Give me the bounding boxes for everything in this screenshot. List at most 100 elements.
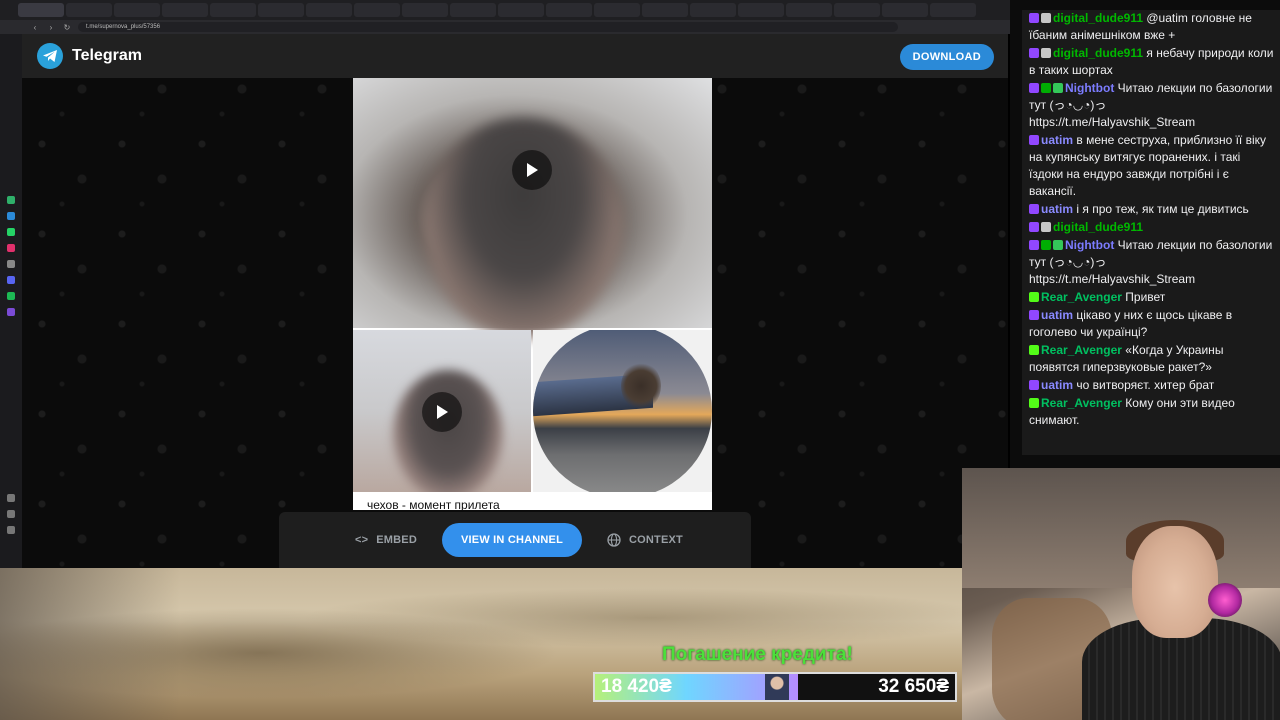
globe-icon — [607, 533, 621, 547]
browser-tab[interactable] — [162, 3, 208, 17]
settings-icon[interactable] — [7, 526, 15, 534]
chat-username[interactable]: uatim — [1041, 133, 1073, 147]
telegram-sidebar-icon[interactable] — [7, 212, 15, 220]
reload-icon[interactable]: ↻ — [62, 23, 72, 32]
video-thumbnail[interactable] — [353, 78, 712, 338]
back-icon[interactable]: ‹ — [30, 23, 40, 32]
view-in-channel-button[interactable]: VIEW IN CHANNEL — [442, 523, 582, 557]
code-icon: <> — [355, 534, 369, 546]
sub-badge-icon — [1029, 222, 1039, 232]
telegram-header: Telegram DOWNLOAD — [22, 34, 1008, 78]
browser-tab[interactable] — [66, 3, 112, 17]
kick-badge-icon — [1029, 398, 1039, 408]
chat-message: Rear_Avenger «Когда у Украины появятся г… — [1022, 342, 1280, 377]
browser-tab[interactable] — [930, 3, 976, 17]
browser-tab[interactable] — [834, 3, 880, 17]
mod-badge-icon — [1041, 240, 1051, 250]
chat-message: uatim чо витворяєт. хитер брат — [1022, 377, 1280, 395]
chat-username[interactable]: digital_dude911 — [1053, 46, 1143, 60]
url-field[interactable]: t.me/supernova_plus/57356 — [78, 22, 898, 32]
explosion-video-circle[interactable] — [533, 330, 712, 492]
context-label: CONTEXT — [629, 534, 683, 546]
twitch-icon[interactable] — [7, 308, 15, 316]
sub-badge-icon — [1029, 204, 1039, 214]
donation-goal-amount: 32 650₴ — [878, 676, 949, 697]
forward-icon[interactable]: › — [46, 23, 56, 32]
video-thumbnail[interactable] — [353, 330, 531, 492]
discord-icon[interactable] — [7, 276, 15, 284]
chat-username[interactable]: digital_dude911 — [1053, 220, 1143, 234]
browser-tab[interactable] — [786, 3, 832, 17]
chat-username[interactable]: Nightbot — [1065, 81, 1114, 95]
instagram-icon[interactable] — [7, 244, 15, 252]
chat-message: digital_dude911 — [1022, 219, 1280, 237]
clock-icon[interactable] — [7, 510, 15, 518]
spotify-icon[interactable] — [7, 292, 15, 300]
chat-message: uatim і я про теж, як тим це дивитись — [1022, 201, 1280, 219]
chat-username[interactable]: Rear_Avenger — [1041, 343, 1122, 357]
chat-username[interactable]: Rear_Avenger — [1041, 396, 1122, 410]
kick-badge-icon — [1029, 292, 1039, 302]
mute-badge-icon — [1041, 222, 1051, 232]
chat-username[interactable]: uatim — [1041, 378, 1073, 392]
browser-tab[interactable] — [402, 3, 448, 17]
browser-tab[interactable] — [498, 3, 544, 17]
chat-username[interactable]: Rear_Avenger — [1041, 290, 1122, 304]
browser-tab[interactable] — [642, 3, 688, 17]
sub-badge-icon — [1029, 240, 1039, 250]
post-card: чехов - момент прилета — [353, 78, 712, 510]
heart-icon[interactable] — [7, 494, 15, 502]
whatsapp-icon[interactable] — [7, 228, 15, 236]
play-icon[interactable] — [422, 392, 462, 432]
x-icon[interactable] — [7, 260, 15, 268]
browser-window: ‹ › ↻ t.me/supernova_plus/57356 Telegram… — [0, 0, 1010, 568]
bot-badge-icon — [1053, 240, 1063, 250]
sub-badge-icon — [1029, 13, 1039, 23]
browser-tab[interactable] — [18, 3, 64, 17]
browser-tab[interactable] — [210, 3, 256, 17]
chat-message: uatim в мене сеструха, приблизно її віку… — [1022, 132, 1280, 201]
browser-sidebar — [0, 34, 22, 568]
chat-username[interactable]: Nightbot — [1065, 238, 1114, 252]
post-action-bar: <> EMBED VIEW IN CHANNEL CONTEXT — [279, 512, 751, 568]
sub-badge-icon — [1029, 83, 1039, 93]
embed-button[interactable]: <> EMBED — [355, 534, 417, 546]
tab-strip — [0, 0, 1010, 20]
chat-text: чо витворяєт. хитер брат — [1076, 378, 1215, 392]
browser-tab[interactable] — [114, 3, 160, 17]
browser-tab[interactable] — [738, 3, 784, 17]
chat-username[interactable]: uatim — [1041, 202, 1073, 216]
browser-tab[interactable] — [594, 3, 640, 17]
chat-message: uatim цікаво у них є щось цікаве в гогол… — [1022, 307, 1280, 342]
chat-text: і я про теж, як тим це дивитись — [1076, 202, 1249, 216]
chat-message: Nightbot Читаю лекции по базологии тут (… — [1022, 237, 1280, 289]
bot-badge-icon — [1053, 83, 1063, 93]
browser-tab[interactable] — [882, 3, 928, 17]
chat-message: Rear_Avenger Привет — [1022, 289, 1280, 307]
telegram-page: Telegram DOWNLOAD чехов - момент прилета… — [22, 34, 1008, 568]
download-button[interactable]: DOWNLOAD — [899, 44, 994, 70]
browser-tab[interactable] — [354, 3, 400, 17]
browser-tab[interactable] — [306, 3, 352, 17]
browser-tab[interactable] — [450, 3, 496, 17]
post-caption: чехов - момент прилета — [367, 498, 500, 510]
browser-tab[interactable] — [258, 3, 304, 17]
sub-badge-icon — [1029, 135, 1039, 145]
round-video-message[interactable] — [533, 330, 712, 492]
sub-badge-icon — [1029, 380, 1039, 390]
donation-goal-bar: 18 420₴ 32 650₴ — [593, 672, 957, 702]
app-icon[interactable] — [7, 196, 15, 204]
chat-username[interactable]: uatim — [1041, 308, 1073, 322]
kick-badge-icon — [1029, 345, 1039, 355]
telegram-brand[interactable]: Telegram — [72, 47, 142, 65]
donation-goal-title: Погашение кредита! — [662, 644, 853, 665]
donation-current-amount: 18 420₴ — [601, 676, 672, 697]
context-button[interactable]: CONTEXT — [607, 533, 683, 547]
play-icon[interactable] — [512, 150, 552, 190]
chat-username[interactable]: digital_dude911 — [1053, 11, 1143, 25]
browser-tab[interactable] — [690, 3, 736, 17]
telegram-logo-icon[interactable] — [37, 43, 63, 69]
mod-badge-icon — [1041, 83, 1051, 93]
avatar — [765, 674, 789, 700]
browser-tab[interactable] — [546, 3, 592, 17]
